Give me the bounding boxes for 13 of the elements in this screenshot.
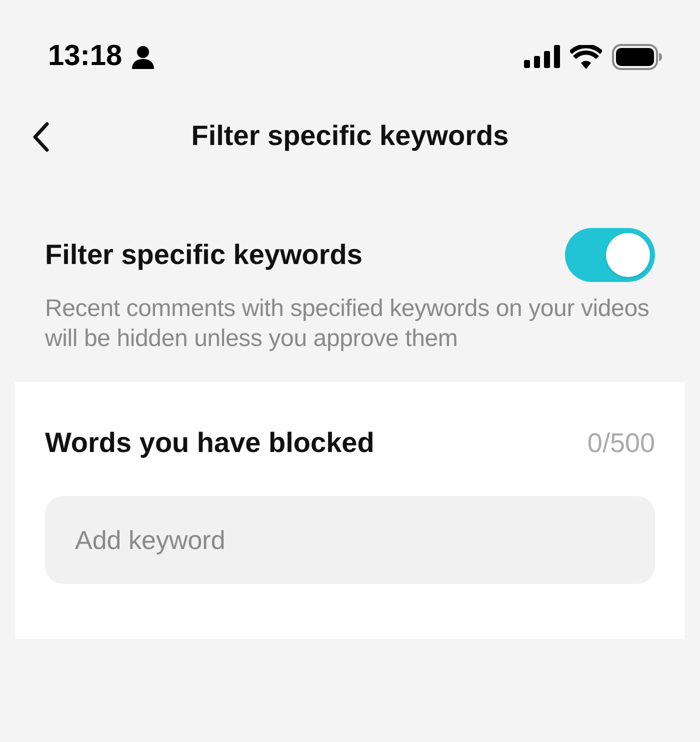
section-title: Words you have blocked	[45, 426, 374, 460]
wifi-icon	[570, 45, 602, 69]
setting-description: Recent comments with specified keywords on your videos will be hidden unless you approve them	[45, 294, 650, 354]
page-title: Filter specific keywords	[191, 119, 509, 153]
setting-label: Filter specific keywords	[45, 238, 362, 272]
back-icon	[32, 122, 50, 152]
toggle-switch[interactable]	[565, 228, 655, 282]
person-icon	[132, 45, 154, 69]
word-count: 0/500	[587, 426, 655, 460]
keyword-input[interactable]: Add keyword	[45, 496, 655, 584]
signal-icon	[524, 45, 560, 69]
status-time: 13:18	[48, 39, 122, 74]
battery-icon	[612, 44, 662, 70]
